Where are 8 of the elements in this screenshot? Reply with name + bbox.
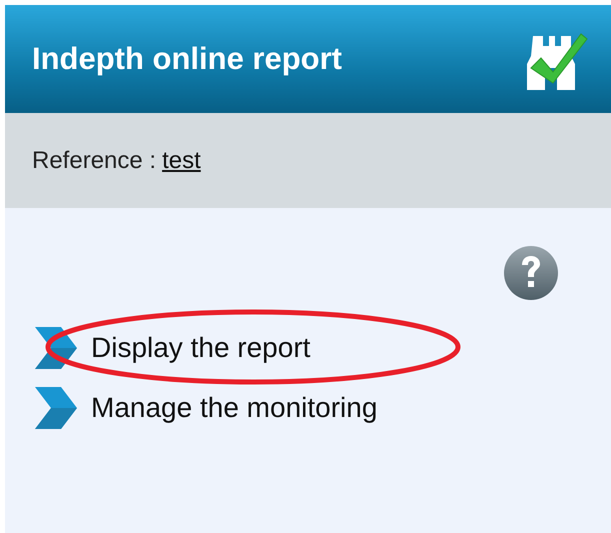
header-title: Indepth online report (32, 41, 342, 77)
chevron-icon (35, 387, 77, 429)
reference-link[interactable]: test (162, 146, 201, 174)
help-icon[interactable] (503, 245, 559, 301)
reference-label: Reference : (32, 146, 156, 174)
menu-link[interactable]: Manage the monitoring (5, 378, 378, 438)
menu-link[interactable]: Display the report (5, 318, 310, 378)
chevron-icon (35, 327, 77, 369)
